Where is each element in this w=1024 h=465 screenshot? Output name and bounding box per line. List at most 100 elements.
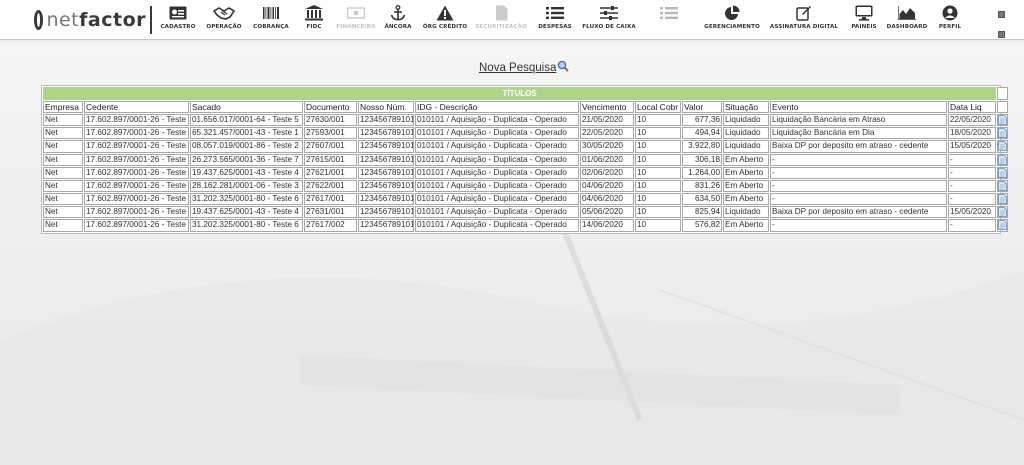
- cell-cedente: 17.602.897/0001-26 - Teste: [84, 179, 189, 193]
- logo-circle-icon: [34, 10, 44, 30]
- netfactor-logo[interactable]: netfactor: [34, 6, 146, 34]
- row-detail-button[interactable]: [997, 219, 1009, 232]
- menu-item-operacao[interactable]: OPERAÇÃO: [200, 4, 248, 36]
- table-row[interactable]: Net 17.602.897/0001-26 - Teste 31.202.325/…: [43, 193, 1009, 206]
- nova-pesquisa-link[interactable]: Nova Pesquisa: [479, 60, 570, 74]
- row-detail-button[interactable]: [997, 153, 1009, 166]
- menu-item-paineis[interactable]: PAINEIS: [844, 4, 884, 36]
- menu-item-fluxo-de-caixa[interactable]: FLUXO DE CAIXA: [580, 4, 638, 36]
- row-detail-button[interactable]: [997, 140, 1009, 153]
- cell-situacao: Em Aberto: [723, 153, 769, 166]
- table-row[interactable]: Net 17.602.897/0001-26 - Teste 65.321.457/…: [43, 127, 1009, 140]
- table-row[interactable]: Net 17.602.897/0001-26 - Teste 19.437.625/…: [43, 166, 1009, 179]
- cell-situacao: Liquidado: [723, 140, 769, 153]
- menu-item-conciliadores[interactable]: CONCILIADORES: [638, 4, 700, 36]
- table-row[interactable]: Net 17.602.897/0001-26 - Teste 31.202.325/…: [43, 219, 1009, 232]
- menu-item-fidc[interactable]: FIDC: [294, 4, 334, 36]
- menu-label: COBRANÇA: [253, 24, 289, 30]
- menu-label: SECURITIZAÇÃO: [475, 24, 527, 30]
- row-detail-button[interactable]: [997, 114, 1009, 127]
- menu-item-org-credito[interactable]: ÓRG CRÉDITO: [418, 4, 472, 36]
- barcode-icon: [263, 7, 279, 19]
- table-row[interactable]: Net 17.602.897/0001-26 - Teste 19.437.625/…: [43, 206, 1009, 219]
- menu-item-cadastro[interactable]: CADASTRO: [156, 4, 200, 36]
- menu-item-dashboard[interactable]: DASHBOARD: [884, 4, 930, 36]
- cell-vencimento: 21/05/2020: [580, 114, 634, 127]
- table-title: TÍTULOS: [43, 87, 997, 100]
- titulos-grid: TÍTULOS Empresa Cedente Sacado Documento Nos…: [41, 85, 1009, 234]
- cell-nosso-num: 123456789101: [358, 179, 414, 193]
- user-icon: [942, 5, 958, 21]
- cell-situacao: Liquidado: [723, 114, 769, 127]
- row-detail-button[interactable]: [997, 179, 1009, 193]
- cell-idg-descricao: 010101 / Aquisição - Duplicata - Operado: [415, 179, 579, 193]
- menu-item-gerenciamento[interactable]: GERENCIAMENTO: [700, 4, 764, 36]
- cell-valor: 831,26: [682, 179, 722, 193]
- header-col-nosso-num: Nosso Núm.: [358, 101, 414, 113]
- cell-valor: 634,50: [682, 193, 722, 206]
- row-detail-button[interactable]: [997, 206, 1009, 219]
- select-all-cell[interactable]: [997, 87, 1009, 100]
- cell-documento: 27622/001: [304, 179, 357, 193]
- cell-evento: Baixa DP por deposito em atraso - cedent…: [770, 206, 947, 219]
- header-col-actions: [997, 101, 1009, 113]
- menu-item-despesas[interactable]: DESPESAS: [530, 4, 580, 36]
- table-row[interactable]: Net 17.602.897/0001-26 - Teste 26.273.565/…: [43, 153, 1009, 166]
- table-row[interactable]: Net 17.602.897/0001-26 - Teste 01.656.017/…: [43, 114, 1009, 127]
- table-row[interactable]: Net 17.602.897/0001-26 - Teste 08.057.019/…: [43, 140, 1009, 153]
- header-col-situacao: Situação: [723, 101, 769, 113]
- cell-vencimento: 04/06/2020: [580, 179, 634, 193]
- cell-valor: 3.922,80: [682, 140, 722, 153]
- cell-data-liq: -: [948, 219, 997, 232]
- cell-empresa: Net: [43, 193, 83, 206]
- document-detail-icon: [998, 141, 1008, 152]
- logo-factor-text: factor: [79, 9, 146, 31]
- cell-situacao: Em Aberto: [723, 193, 769, 206]
- menu-item-ancora[interactable]: ÂNCORA: [378, 4, 418, 36]
- cell-evento: -: [770, 179, 947, 193]
- document-detail-icon: [998, 220, 1008, 231]
- top-navigation-bar: netfactor CADASTRO OPERAÇÃO COBRANÇA FID…: [0, 0, 1024, 40]
- cell-vencimento: 01/06/2020: [580, 153, 634, 166]
- cell-situacao: Em Aberto: [723, 166, 769, 179]
- header-col-cedente: Cedente: [84, 101, 189, 113]
- cell-sacado: 31.202.325/0001-80 - Teste 6: [190, 219, 303, 232]
- list-icon: [660, 7, 678, 19]
- collapse-button[interactable]: [998, 31, 1005, 38]
- cell-documento: 27617/001: [304, 193, 357, 206]
- menu-label: GERENCIAMENTO: [704, 24, 760, 30]
- cell-local-cobr: 10: [635, 153, 681, 166]
- row-detail-button[interactable]: [997, 193, 1009, 206]
- row-detail-button[interactable]: [997, 127, 1009, 140]
- document-detail-icon: [998, 115, 1008, 125]
- pie-chart-icon: [725, 5, 740, 20]
- cell-empresa: Net: [43, 140, 83, 153]
- cell-local-cobr: 10: [635, 193, 681, 206]
- menu-item-perfil[interactable]: PERFIL: [930, 4, 970, 36]
- cell-situacao: Em Aberto: [723, 179, 769, 193]
- header-col-idg-descricao: IDG - Descrição: [415, 101, 579, 113]
- main-menu: CADASTRO OPERAÇÃO COBRANÇA FIDC FINANCEI…: [156, 4, 970, 36]
- expand-button[interactable]: [998, 11, 1005, 18]
- menu-item-assinatura-digital[interactable]: ASSINATURA DIGITAL: [764, 4, 844, 36]
- menu-label: ÂNCORA: [384, 24, 412, 30]
- menu-label: PAINEIS: [851, 24, 877, 30]
- header-col-data-liq: Data Liq: [948, 101, 997, 113]
- bank-icon: [305, 5, 323, 21]
- cell-documento: 27631/001: [304, 206, 357, 219]
- logo-net-text: net: [46, 9, 80, 31]
- table-row[interactable]: Net 17.602.897/0001-26 - Teste 28.162.281/…: [43, 179, 1009, 193]
- logo-divider: [150, 6, 152, 34]
- menu-item-cobranca[interactable]: COBRANÇA: [248, 4, 294, 36]
- list-icon: [546, 7, 564, 19]
- menu-label: CONCILIADORES: [642, 24, 696, 30]
- menu-label: DESPESAS: [538, 24, 572, 30]
- row-detail-button[interactable]: [997, 166, 1009, 179]
- cell-idg-descricao: 010101 / Aquisição - Duplicata - Operado: [415, 127, 579, 140]
- cell-idg-descricao: 010101 / Aquisição - Duplicata - Operado: [415, 206, 579, 219]
- cell-nosso-num: 123456789101: [358, 153, 414, 166]
- document-detail-icon: [998, 154, 1008, 165]
- nova-pesquisa-label: Nova Pesquisa: [479, 62, 557, 74]
- cell-evento: Baixa DP por deposito em atraso - cedent…: [770, 140, 947, 153]
- cell-empresa: Net: [43, 153, 83, 166]
